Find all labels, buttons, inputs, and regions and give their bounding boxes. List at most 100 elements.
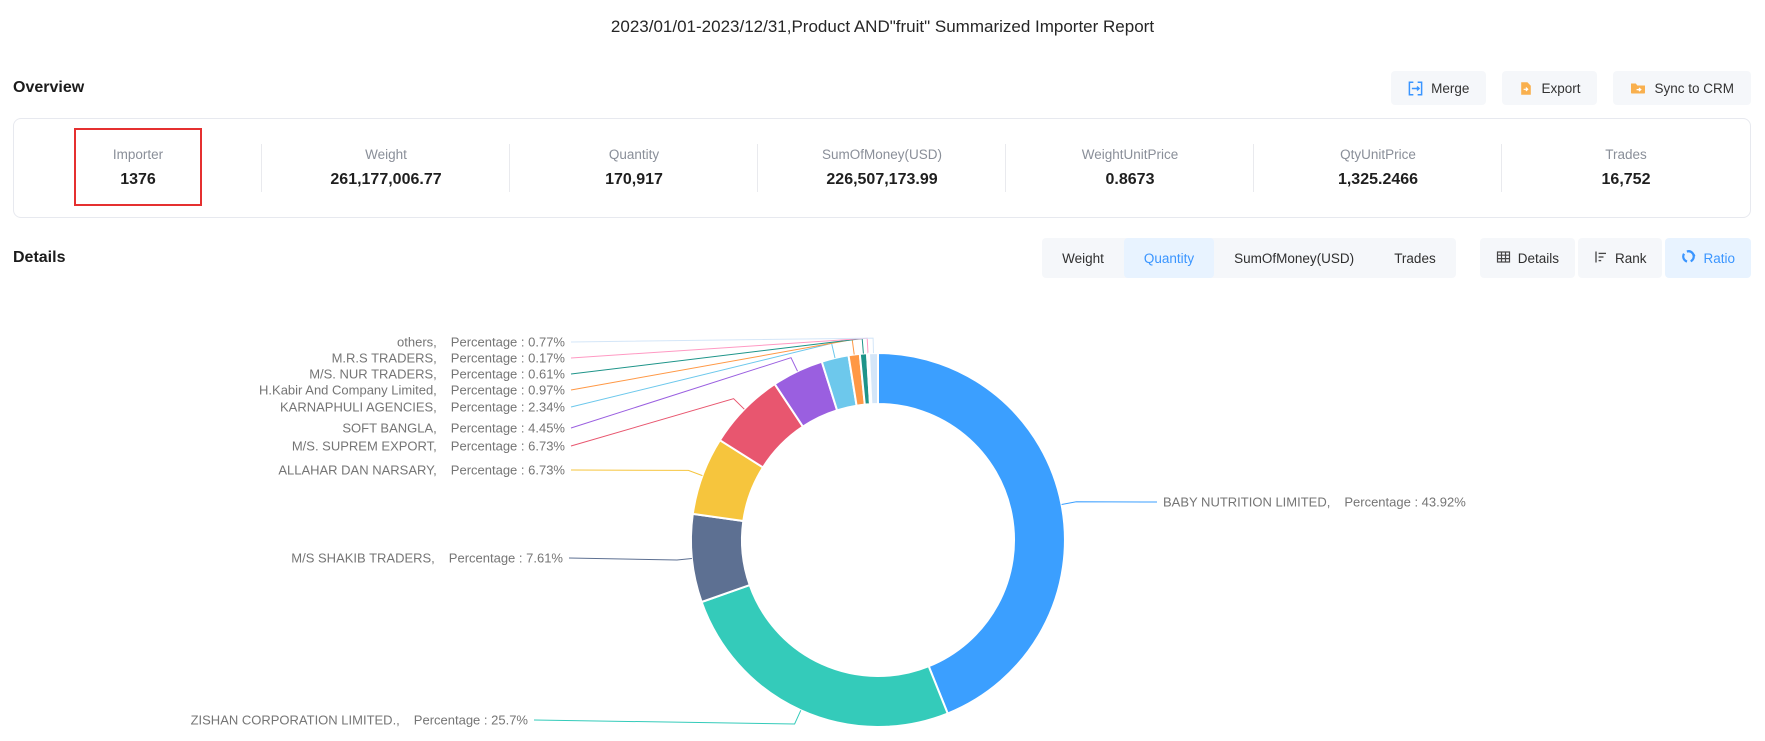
stat-value: 170,917 — [605, 171, 663, 189]
slice-percentage: Percentage : 7.61% — [449, 551, 563, 566]
stat-label: QtyUnitPrice — [1340, 147, 1416, 162]
slice-name: ZISHAN CORPORATION LIMITED., — [191, 713, 400, 728]
label-leader-line — [571, 399, 744, 446]
ratio-donut-chart-area: BABY NUTRITION LIMITED, Percentage : 43.9… — [0, 290, 1765, 741]
stat-importer: Importer 1376 — [14, 119, 262, 217]
stat-label: Quantity — [609, 147, 659, 162]
slice-percentage: Percentage : 0.97% — [451, 383, 565, 398]
slice-name: KARNAPHULI AGENCIES, — [280, 400, 437, 415]
slice-label-baby-nutrition-limited: BABY NUTRITION LIMITED, Percentage : 43.9… — [1163, 495, 1466, 510]
stat-value: 1,325.2466 — [1338, 171, 1418, 189]
slice-percentage: Percentage : 4.45% — [451, 421, 565, 436]
slice-percentage: Percentage : 2.34% — [451, 400, 565, 415]
overview-stats-card: Importer 1376 Weight 261,177,006.77 Quantity… — [13, 118, 1751, 218]
stat-label: Weight — [365, 147, 407, 162]
label-leader-line — [571, 470, 702, 476]
label-leader-line — [569, 558, 692, 560]
view-details-button[interactable]: Details — [1480, 238, 1575, 278]
highlight-annotation-box — [74, 128, 202, 206]
label-leader-line — [571, 338, 874, 353]
export-icon — [1519, 81, 1533, 96]
view-label: Ratio — [1703, 251, 1735, 266]
table-icon — [1496, 250, 1511, 267]
overview-row: Overview Merge Export Sync to CRM — [13, 70, 1751, 106]
pie-slice-baby-nutrition-limited[interactable] — [878, 353, 1065, 714]
slice-name: ALLAHAR DAN NARSARY, — [278, 463, 436, 478]
slice-percentage: Percentage : 0.77% — [451, 335, 565, 350]
stat-label: WeightUnitPrice — [1082, 147, 1179, 162]
page-title: 2023/01/01-2023/12/31,Product AND"fruit"… — [0, 17, 1765, 37]
sync-to-crm-button[interactable]: Sync to CRM — [1613, 71, 1751, 105]
view-mode-group: Details Rank Ratio — [1480, 238, 1751, 278]
slice-label-m-s-suprem-export: M/S. SUPREM EXPORT, Percentage : 6.73% — [292, 439, 565, 454]
stat-trades: Trades 16,752 — [1502, 119, 1750, 217]
folder-sync-icon — [1630, 81, 1646, 95]
stat-quantity: Quantity 170,917 — [510, 119, 758, 217]
slice-percentage: Percentage : 6.73% — [451, 463, 565, 478]
overview-heading: Overview — [13, 79, 84, 97]
metric-tab-group: WeightQuantitySumOfMoney(USD)Trades — [1042, 238, 1456, 278]
importer-report-page: 2023/01/01-2023/12/31,Product AND"fruit"… — [0, 0, 1765, 741]
slice-percentage: Percentage : 0.61% — [451, 367, 565, 382]
stat-value: 261,177,006.77 — [330, 171, 441, 189]
merge-button[interactable]: Merge — [1391, 71, 1486, 105]
merge-icon — [1408, 81, 1423, 96]
stat-sumofmoney-usd-: SumOfMoney(USD) 226,507,173.99 — [758, 119, 1006, 217]
tab-weight[interactable]: Weight — [1042, 238, 1124, 278]
view-label: Rank — [1615, 251, 1647, 266]
stat-value: 16,752 — [1602, 171, 1651, 189]
slice-label-soft-bangla: SOFT BANGLA, Percentage : 4.45% — [342, 421, 565, 436]
slice-label-zishan-corporation-limited-: ZISHAN CORPORATION LIMITED., Percentage :… — [191, 713, 528, 728]
slice-name: M/S. SUPREM EXPORT, — [292, 439, 437, 454]
slice-name: others, — [397, 335, 437, 350]
stat-value: 226,507,173.99 — [826, 171, 937, 189]
slice-label-m-s-nur-traders: M/S. NUR TRADERS, Percentage : 0.61% — [309, 367, 565, 382]
stat-weight: Weight 261,177,006.77 — [262, 119, 510, 217]
slice-percentage: Percentage : 25.7% — [414, 713, 528, 728]
donut-chart — [0, 290, 1765, 741]
label-leader-line — [1062, 502, 1157, 505]
details-heading: Details — [13, 249, 65, 267]
slice-label-karnaphuli-agencies: KARNAPHULI AGENCIES, Percentage : 2.34% — [280, 400, 565, 415]
slice-name: BABY NUTRITION LIMITED, — [1163, 495, 1330, 510]
rank-icon — [1594, 250, 1608, 267]
action-label: Export — [1541, 81, 1580, 96]
slice-name: M/S SHAKIB TRADERS, — [291, 551, 435, 566]
slice-label-others: others, Percentage : 0.77% — [397, 335, 565, 350]
stat-label: Trades — [1605, 147, 1647, 162]
pie-slice-m-s-shakib-traders[interactable] — [691, 514, 750, 602]
slice-name: H.Kabir And Company Limited, — [259, 383, 437, 398]
overview-actions: Merge Export Sync to CRM — [1391, 71, 1751, 105]
slice-name: SOFT BANGLA, — [342, 421, 436, 436]
tab-sumofmoney-usd-[interactable]: SumOfMoney(USD) — [1214, 238, 1374, 278]
tab-quantity[interactable]: Quantity — [1124, 238, 1214, 278]
ratio-icon — [1681, 249, 1696, 267]
slice-label-allahar-dan-narsary: ALLAHAR DAN NARSARY, Percentage : 6.73% — [278, 463, 565, 478]
slice-label-m-s-shakib-traders: M/S SHAKIB TRADERS, Percentage : 7.61% — [291, 551, 563, 566]
action-label: Merge — [1431, 81, 1469, 96]
pie-slice-zishan-corporation-limited-[interactable] — [702, 585, 948, 727]
view-ratio-button[interactable]: Ratio — [1665, 238, 1751, 278]
details-controls: WeightQuantitySumOfMoney(USD)Trades Deta… — [1042, 238, 1751, 278]
pie-slice-others[interactable] — [869, 353, 878, 404]
stat-qtyunitprice: QtyUnitPrice 1,325.2466 — [1254, 119, 1502, 217]
stat-label: Importer — [113, 147, 163, 162]
slice-label-m-r-s-traders: M.R.S TRADERS, Percentage : 0.17% — [332, 351, 565, 366]
export-button[interactable]: Export — [1502, 71, 1597, 105]
slice-percentage: Percentage : 0.17% — [451, 351, 565, 366]
view-label: Details — [1518, 251, 1559, 266]
slice-label-h-kabir-and-company-limited: H.Kabir And Company Limited, Percentage :… — [259, 383, 565, 398]
slice-name: M/S. NUR TRADERS, — [309, 367, 437, 382]
details-row: Details WeightQuantitySumOfMoney(USD)Tra… — [13, 238, 1751, 278]
stat-label: SumOfMoney(USD) — [822, 147, 942, 162]
label-leader-line — [534, 710, 801, 724]
tab-trades[interactable]: Trades — [1374, 238, 1456, 278]
slice-percentage: Percentage : 43.92% — [1344, 495, 1465, 510]
slice-name: M.R.S TRADERS, — [332, 351, 437, 366]
stat-value: 1376 — [120, 171, 156, 189]
action-label: Sync to CRM — [1654, 81, 1734, 96]
stat-value: 0.8673 — [1106, 171, 1155, 189]
slice-percentage: Percentage : 6.73% — [451, 439, 565, 454]
stat-weightunitprice: WeightUnitPrice 0.8673 — [1006, 119, 1254, 217]
view-rank-button[interactable]: Rank — [1578, 238, 1663, 278]
